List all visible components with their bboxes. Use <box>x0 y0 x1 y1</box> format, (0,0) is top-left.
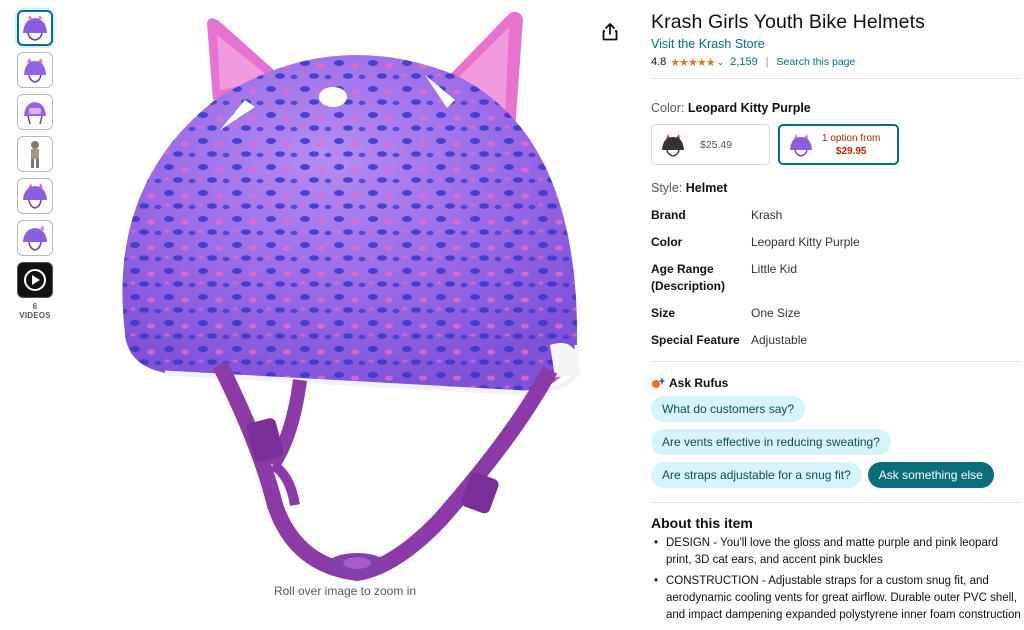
about-this-item: About this item DESIGN - You'll love the… <box>651 502 1021 624</box>
helmet-thumbnail-image <box>23 15 47 41</box>
table-row: Brand Krash <box>651 203 860 230</box>
thumbnail-child-wearing[interactable] <box>17 136 53 172</box>
star-rating-icon[interactable]: ★★★★★ <box>670 56 715 69</box>
divider <box>651 78 1021 79</box>
color-swatches: $25.49 1 option from $29.95 <box>651 124 1021 165</box>
videos-count-label: 6 VIDEOS <box>19 302 51 320</box>
helmet-thumbnail-image <box>24 58 46 83</box>
spec-value: Little Kid <box>751 262 798 276</box>
helmet-thumbnail-image <box>23 183 47 209</box>
spec-key: Color <box>651 235 683 249</box>
option-count-text: 1 option from <box>822 132 881 144</box>
thumbnail-strip: 6 VIDEOS <box>17 10 55 320</box>
zoom-hint: Roll over image to zoom in <box>273 584 417 598</box>
product-details-panel: Krash Girls Youth Bike Helmets Visit the… <box>651 10 1021 628</box>
ask-something-else-button[interactable]: Ask something else <box>867 462 994 488</box>
table-row: Special Feature Adjustable <box>651 328 860 355</box>
share-icon[interactable] <box>601 22 619 42</box>
rufus-icon <box>652 377 665 388</box>
chevron-down-icon[interactable]: ⌄ <box>717 57 725 68</box>
specs-table: Brand Krash Color Leopard Kitty Purple A… <box>651 203 860 355</box>
spec-value: Leopard Kitty Purple <box>751 235 860 249</box>
style-label-row: Style: Helmet <box>651 181 1021 195</box>
rufus-header: Ask Rufus <box>651 376 1021 390</box>
list-item: DESIGN - You'll love the gloss and matte… <box>651 535 1021 569</box>
rating-row: 4.8 ★★★★★ ⌄ 2,159 | Search this page <box>651 54 1021 70</box>
spec-value: Krash <box>751 208 783 222</box>
spec-value: One Size <box>751 306 801 320</box>
spec-key: Size <box>651 306 676 320</box>
helmet-thumbnail-image <box>23 225 47 251</box>
main-product-image[interactable] <box>95 5 595 585</box>
review-count-link[interactable]: 2,159 <box>730 56 758 68</box>
spec-key: Special Feature <box>651 333 740 347</box>
thumbnail-helmet-side-2[interactable] <box>17 220 53 256</box>
product-title: Krash Girls Youth Bike Helmets <box>651 11 925 33</box>
play-icon <box>24 269 46 291</box>
swatch-price: $25.49 <box>700 138 733 151</box>
thumbnail-helmet-side[interactable] <box>17 10 53 46</box>
list-item: CONSTRUCTION - Adjustable straps for a c… <box>651 573 1021 624</box>
helmet-swatch-image <box>662 133 684 157</box>
table-row: Age Range (Description) Little Kid <box>651 257 860 301</box>
about-title: About this item <box>651 515 753 531</box>
table-row: Color Leopard Kitty Purple <box>651 230 860 257</box>
helmet-swatch-image <box>790 133 812 157</box>
store-link[interactable]: Visit the Krash Store <box>651 37 1021 51</box>
thumbnail-helmet-back[interactable] <box>17 94 53 130</box>
rufus-question-chip[interactable]: Are vents effective in reducing sweating… <box>651 429 891 455</box>
style-label: Style: <box>651 181 683 195</box>
option-price: $29.95 <box>835 145 867 157</box>
divider: | <box>765 56 769 68</box>
spec-key: Brand <box>651 208 686 222</box>
table-row: Size One Size <box>651 301 860 328</box>
color-label-row: Color: Leopard Kitty Purple <box>651 101 1021 115</box>
swatch-black-kitty[interactable]: $25.49 <box>651 124 770 165</box>
search-page-link[interactable]: Search this page <box>777 56 856 68</box>
swatch-option-info: 1 option from $29.95 <box>822 132 880 158</box>
thumbnail-helmet-angle[interactable] <box>17 178 53 214</box>
share-icon-glyph <box>602 23 618 41</box>
person-thumbnail-image <box>31 141 39 168</box>
about-bullets: DESIGN - You'll love the gloss and matte… <box>651 535 1021 624</box>
ask-rufus-section: Ask Rufus What do customers say? Are ven… <box>651 361 1021 488</box>
helmet-thumbnail-image <box>24 102 46 125</box>
spec-value: Adjustable <box>751 333 808 347</box>
style-value: Helmet <box>685 181 728 195</box>
thumbnail-helmet-front[interactable] <box>17 52 53 88</box>
color-value: Leopard Kitty Purple <box>687 101 811 115</box>
rufus-title: Ask Rufus <box>669 376 729 390</box>
rating-value: 4.8 <box>651 56 667 68</box>
helmet-image <box>122 11 580 581</box>
thumbnail-videos[interactable] <box>17 262 53 298</box>
color-label: Color: <box>651 101 685 115</box>
swatch-leopard-kitty-purple[interactable]: 1 option from $29.95 <box>778 124 899 165</box>
spec-key: Age Range (Description) <box>651 262 726 293</box>
rufus-questions: What do customers say? Are vents effecti… <box>651 396 1021 488</box>
rufus-question-chip[interactable]: What do customers say? <box>651 396 806 422</box>
rufus-question-chip[interactable]: Are straps adjustable for a snug fit? <box>651 462 862 488</box>
